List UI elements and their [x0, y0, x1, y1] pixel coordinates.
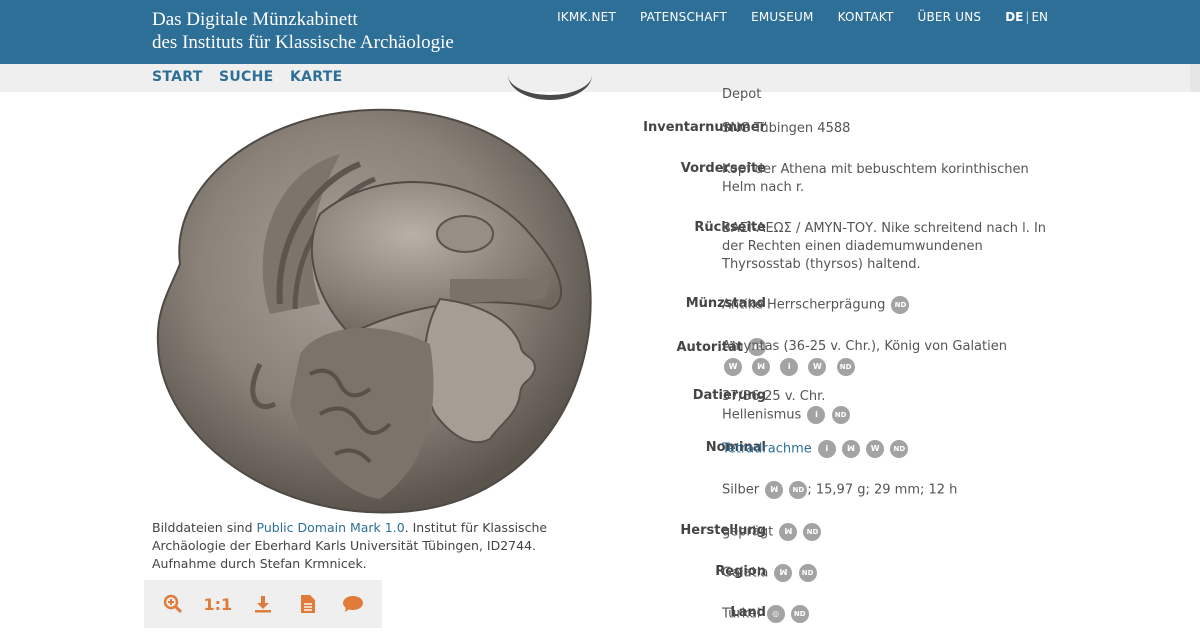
- value-rueckseite: ΒΑΣΙ-ΛΕΩΣ / ΑΜΥΝ-ΤΟΥ. Nike schreitend na…: [722, 221, 1047, 272]
- sub-nav: START SUCHE KARTE: [0, 64, 1200, 92]
- autoritaet-text: Amyntas (36-25 v. Chr.), König von Galat…: [722, 339, 1007, 354]
- nd-badge-icon[interactable]: ND: [891, 296, 910, 314]
- value-material: Silber ꟽ ND; 15,97 g; 29 mm; 12 h: [722, 481, 1052, 500]
- nd-badge-icon[interactable]: ND: [798, 564, 817, 582]
- nd-badge-icon[interactable]: ND: [890, 440, 909, 458]
- datierung-epoch: Hellenismus: [722, 407, 802, 423]
- value-autoritaet: Amyntas (36-25 v. Chr.), König von Galat…: [722, 338, 1052, 377]
- nd-badge-icon[interactable]: ND: [831, 406, 850, 424]
- coin-obverse-illustration: [156, 108, 592, 514]
- land-text: Türkei: [722, 606, 761, 622]
- nomisma-icon[interactable]: ꟽ: [779, 523, 798, 541]
- lang-separator: |: [1025, 10, 1030, 24]
- download-icon[interactable]: [248, 589, 278, 619]
- info-icon[interactable]: i: [780, 358, 799, 376]
- document-icon[interactable]: [293, 589, 323, 619]
- coin-image[interactable]: [150, 104, 594, 518]
- site-header: Das Digitale Münzkabinett des Instituts …: [0, 0, 1200, 64]
- nav-patenschaft[interactable]: PATENSCHAFT: [640, 10, 727, 24]
- datierung-epoch-line: Hellenismus i ND: [722, 406, 1052, 425]
- actual-size-button[interactable]: 1:1: [203, 589, 233, 619]
- region-text: Galatia: [722, 565, 769, 581]
- nd-badge-icon[interactable]: ND: [803, 523, 822, 541]
- comment-icon[interactable]: [338, 589, 368, 619]
- value-nominal: Tetradrachme i ꟽ W ND: [722, 440, 1052, 459]
- nd-badge-icon[interactable]: ND: [836, 358, 855, 376]
- muenzstand-text: Antike Herrscherprägung: [722, 297, 886, 313]
- value-vorderseite: Kopf der Athena mit bebuschtem korinthis…: [722, 162, 1029, 195]
- subnav-suche[interactable]: SUCHE: [219, 69, 274, 85]
- wikipedia-icon[interactable]: W: [808, 358, 827, 376]
- depot-value: Depot: [722, 87, 762, 102]
- value-inventarnummer: SNG Tübingen 4588: [722, 121, 851, 136]
- value-muenzstand: Antike Herrscherprägung ND: [722, 296, 1052, 315]
- site-title-line1: Das Digitale Münzkabinett: [152, 9, 358, 30]
- value-region: Galatia ꟽ ND: [722, 564, 1052, 583]
- site-title-line2: des Instituts für Klassische Archäologie: [152, 32, 454, 53]
- zoom-in-icon[interactable]: [158, 589, 188, 619]
- nomisma-icon[interactable]: ꟽ: [765, 481, 784, 499]
- nomisma-icon[interactable]: ꟽ: [774, 564, 793, 582]
- herstellung-text: geprägt: [722, 524, 774, 540]
- nomisma-icon[interactable]: ꟽ: [842, 440, 861, 458]
- nav-ueber-uns[interactable]: ÜBER UNS: [917, 10, 981, 24]
- lang-de[interactable]: DE: [1005, 10, 1023, 24]
- subnav-karte[interactable]: KARTE: [290, 69, 342, 85]
- reverse-coin-partial[interactable]: [508, 50, 592, 100]
- nav-kontakt[interactable]: KONTAKT: [838, 10, 894, 24]
- nominal-link[interactable]: Tetradrachme: [722, 442, 812, 457]
- nav-emuseum[interactable]: EMUSEUM: [751, 10, 813, 24]
- info-icon[interactable]: i: [807, 406, 826, 424]
- nomisma-icon[interactable]: ꟽ: [752, 358, 771, 376]
- value-herstellung: geprägt ꟽ ND: [722, 523, 1052, 542]
- nd-badge-icon[interactable]: ND: [789, 481, 808, 499]
- image-license-caption: Bilddateien sind Public Domain Mark 1.0.…: [152, 519, 592, 573]
- autoritaet-badges: W ꟽ i W ND: [722, 358, 1052, 377]
- value-datierung: 37/36-25 v. Chr. Hellenismus i ND: [722, 388, 1052, 425]
- language-switch: DE | EN: [1005, 10, 1048, 24]
- info-icon[interactable]: i: [817, 440, 836, 458]
- public-domain-link[interactable]: Public Domain Mark 1.0: [257, 520, 405, 535]
- lang-en[interactable]: EN: [1031, 10, 1048, 24]
- material-text: Silber: [722, 482, 760, 498]
- top-nav: IKMK.NET PATENSCHAFT EMUSEUM KONTAKT ÜBE…: [533, 10, 1048, 24]
- caption-prefix: Bilddateien sind: [152, 520, 257, 535]
- scrollbar[interactable]: [1190, 64, 1200, 92]
- site-title[interactable]: Das Digitale Münzkabinett des Instituts …: [152, 8, 454, 54]
- image-toolbar: 1:1: [144, 580, 382, 628]
- datierung-date: 37/36-25 v. Chr.: [722, 389, 826, 404]
- bookmark-icon[interactable]: W: [866, 440, 885, 458]
- nd-badge-icon[interactable]: ND: [790, 605, 809, 623]
- wikipedia-icon[interactable]: W: [724, 358, 742, 376]
- value-land: Türkei ◎ ND: [722, 605, 1052, 624]
- subnav-start[interactable]: START: [152, 69, 203, 85]
- nav-ikmk[interactable]: IKMK.NET: [557, 10, 616, 24]
- material-measurements: ; 15,97 g; 29 mm; 12 h: [807, 482, 958, 498]
- globe-icon[interactable]: ◎: [766, 605, 785, 623]
